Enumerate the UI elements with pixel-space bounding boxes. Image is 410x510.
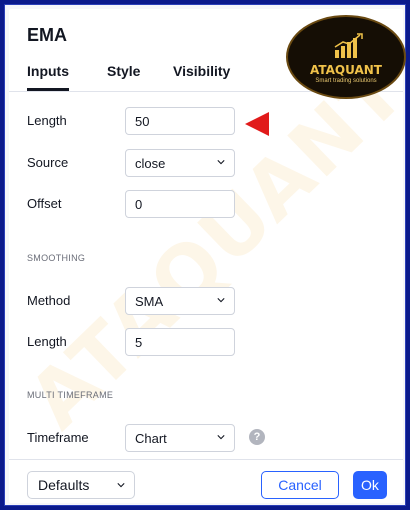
ok-button[interactable]: Ok (353, 471, 387, 499)
footer-divider (9, 459, 403, 460)
smoothing-section-title: SMOOTHING (27, 253, 86, 263)
logo-name: ATAQUANT (310, 63, 382, 77)
screenshot-frame: ATAQUANT EMA Inputs Style Visibility Len… (4, 4, 406, 506)
source-value: close (135, 156, 166, 171)
smoothing-length-input[interactable]: 5 (125, 328, 235, 356)
chevron-down-icon (217, 435, 225, 440)
help-icon[interactable]: ? (249, 429, 265, 445)
timeframe-label: Timeframe (27, 430, 89, 445)
source-select[interactable]: close (125, 149, 235, 177)
arrow-pointer-icon (245, 112, 269, 136)
length-input[interactable]: 50 (125, 107, 235, 135)
timeframe-select[interactable]: Chart (125, 424, 235, 452)
logo-tagline: Smart trading solutions (315, 78, 377, 84)
chevron-down-icon (217, 298, 225, 303)
chevron-down-icon (117, 483, 125, 488)
offset-input[interactable]: 0 (125, 190, 235, 218)
method-select[interactable]: SMA (125, 287, 235, 315)
timeframe-value: Chart (135, 431, 167, 446)
source-label: Source (27, 155, 69, 170)
tab-inputs[interactable]: Inputs (27, 63, 69, 91)
method-label: Method (27, 293, 71, 308)
ataquant-logo: ATAQUANT Smart trading solutions (286, 15, 406, 99)
method-value: SMA (135, 294, 164, 309)
length-label: Length (27, 113, 67, 128)
offset-label: Offset (27, 196, 62, 211)
dialog-title: EMA (27, 25, 67, 45)
chevron-down-icon (217, 160, 225, 165)
tab-style[interactable]: Style (107, 63, 140, 85)
bar-chart-logo-icon (334, 33, 363, 58)
tab-visibility[interactable]: Visibility (173, 63, 230, 85)
multi-timeframe-section-title: MULTI TIMEFRAME (27, 390, 114, 400)
defaults-label: Defaults (38, 477, 90, 493)
smoothing-length-label: Length (27, 334, 67, 349)
cancel-button[interactable]: Cancel (261, 471, 339, 499)
defaults-dropdown-button[interactable]: Defaults (27, 471, 135, 499)
